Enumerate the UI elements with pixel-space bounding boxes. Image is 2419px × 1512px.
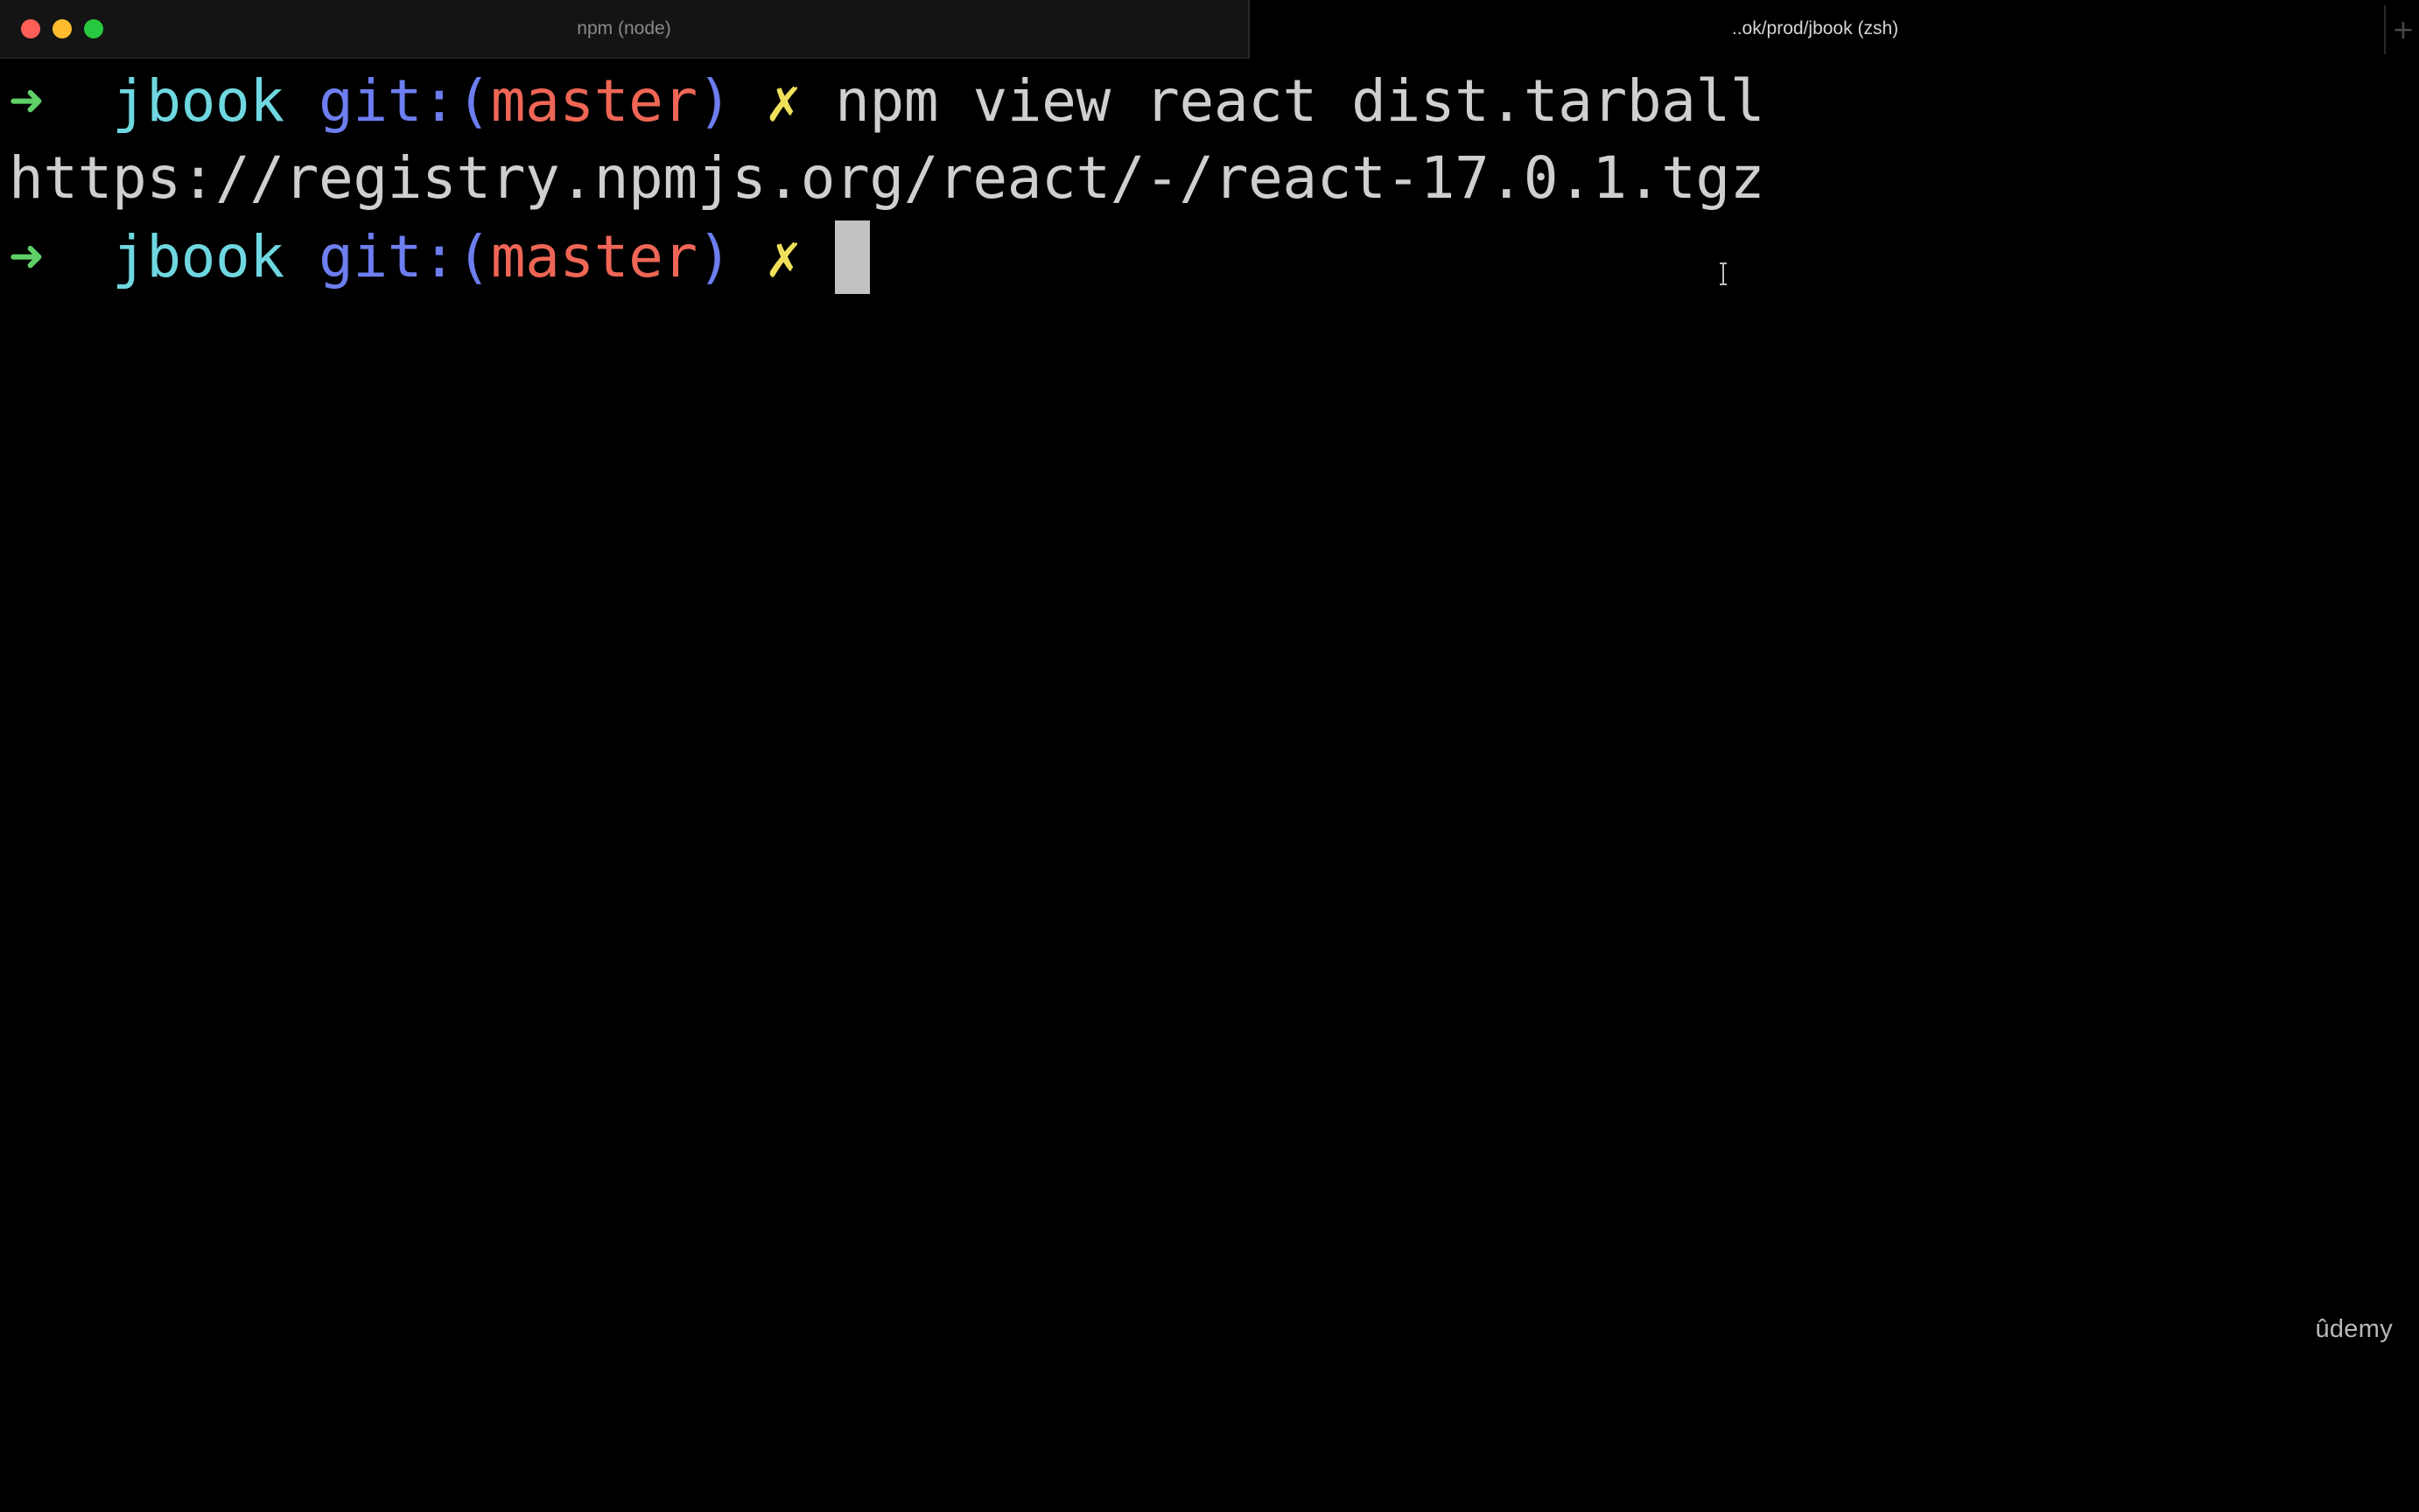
terminal-line: ➜ jbook git:(master) ✗: [9, 219, 871, 296]
command-output: https://registry.npmjs.org/react/-/react…: [9, 144, 1765, 212]
new-tab-button[interactable]: +: [2384, 5, 2419, 54]
prompt-directory: jbook: [112, 67, 284, 135]
udemy-watermark-logo: ûdemy: [2315, 1315, 2393, 1343]
mouse-ibeam-icon: [1720, 262, 1727, 285]
tab-label: npm (node): [577, 18, 671, 38]
prompt-dirty-icon: ✗: [766, 223, 801, 290]
close-window-button[interactable]: [21, 19, 40, 38]
plus-icon: +: [2392, 14, 2415, 46]
minimize-window-button[interactable]: [53, 19, 72, 38]
prompt-git-prefix: git:(: [319, 67, 491, 135]
prompt-arrow-icon: ➜: [9, 223, 44, 290]
prompt-directory: jbook: [112, 223, 284, 290]
prompt-git-suffix: ): [697, 67, 733, 135]
prompt-arrow-icon: ➜: [9, 67, 44, 135]
tab-label: ..ok/prod/jbook (zsh): [1731, 18, 1899, 38]
command-text: npm view react dist.tarball: [835, 67, 1765, 135]
tab-jbook-zsh[interactable]: ..ok/prod/jbook (zsh): [1250, 0, 2380, 58]
prompt-git-suffix: ): [697, 223, 733, 290]
prompt-git-prefix: git:(: [319, 223, 491, 290]
prompt-git-branch: master: [490, 67, 698, 135]
tab-bar: npm (node) ..ok/prod/jbook (zsh) +: [0, 0, 2419, 59]
terminal-line: https://registry.npmjs.org/react/-/react…: [9, 140, 1765, 217]
tab-npm-node[interactable]: npm (node): [0, 0, 1250, 59]
prompt-dirty-icon: ✗: [766, 67, 801, 135]
terminal-output[interactable]: ➜ jbook git:(master) ✗ npm view react di…: [0, 59, 2419, 1512]
maximize-window-button[interactable]: [84, 19, 103, 38]
terminal-cursor[interactable]: [835, 220, 871, 294]
terminal-line: ➜ jbook git:(master) ✗ npm view react di…: [9, 63, 1765, 140]
prompt-git-branch: master: [490, 223, 698, 290]
